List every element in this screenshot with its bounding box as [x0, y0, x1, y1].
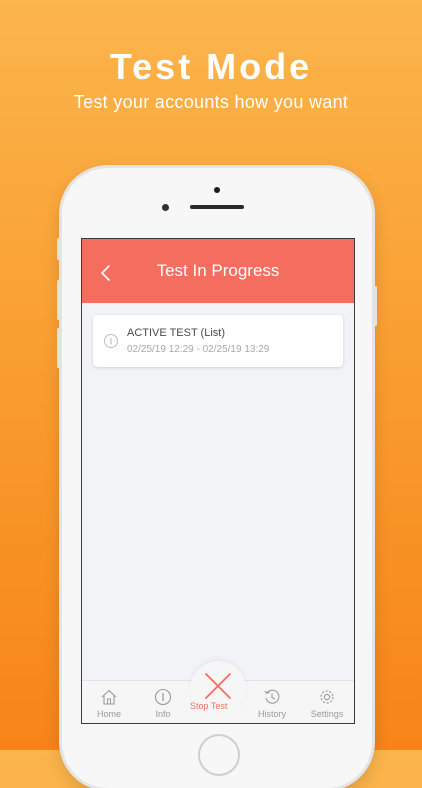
phone-speaker: [190, 205, 244, 209]
gear-icon: [320, 690, 334, 704]
promo-title: Test Mode: [109, 46, 313, 87]
phone-side-button: [57, 328, 60, 368]
info-icon: [154, 688, 172, 706]
history-icon: [264, 689, 280, 704]
tab-settings[interactable]: Settings: [300, 681, 354, 723]
test-title: ACTIVE TEST (List): [127, 327, 226, 339]
phone-sensor: [214, 187, 220, 193]
phone-frame: Test In Progress ACTIVE TEST (List) 02/2…: [57, 168, 377, 788]
phone-camera: [162, 204, 169, 211]
phone-home-button: [198, 734, 240, 776]
phone-side-button: [57, 280, 60, 320]
tab-label: Info: [155, 709, 171, 719]
tab-label: History: [257, 709, 286, 719]
stop-test-button[interactable]: Stop Test: [190, 661, 246, 717]
close-icon: [205, 673, 231, 699]
home-icon: [101, 689, 117, 705]
header-title: Test In Progress: [156, 261, 280, 280]
stop-test-label: Stop Test: [190, 701, 228, 711]
active-test-card[interactable]: ACTIVE TEST (List) 02/25/19 12:29 - 02/2…: [93, 315, 343, 367]
tab-label: Settings: [310, 709, 344, 719]
phone-side-button: [374, 286, 377, 326]
promo-subtitle: Test your accounts how you want: [73, 92, 349, 112]
test-dates: 02/25/19 12:29 - 02/25/19 13:29: [127, 344, 270, 355]
tab-history[interactable]: History: [245, 681, 299, 723]
app-screen: Test In Progress ACTIVE TEST (List) 02/2…: [81, 238, 355, 724]
tab-label: Home: [96, 709, 121, 719]
app-header: Test In Progress: [82, 239, 354, 303]
tab-info[interactable]: Info: [136, 681, 190, 723]
tab-home[interactable]: Home: [82, 681, 136, 723]
phone-side-button: [57, 238, 60, 260]
info-circle-icon: [104, 334, 118, 348]
